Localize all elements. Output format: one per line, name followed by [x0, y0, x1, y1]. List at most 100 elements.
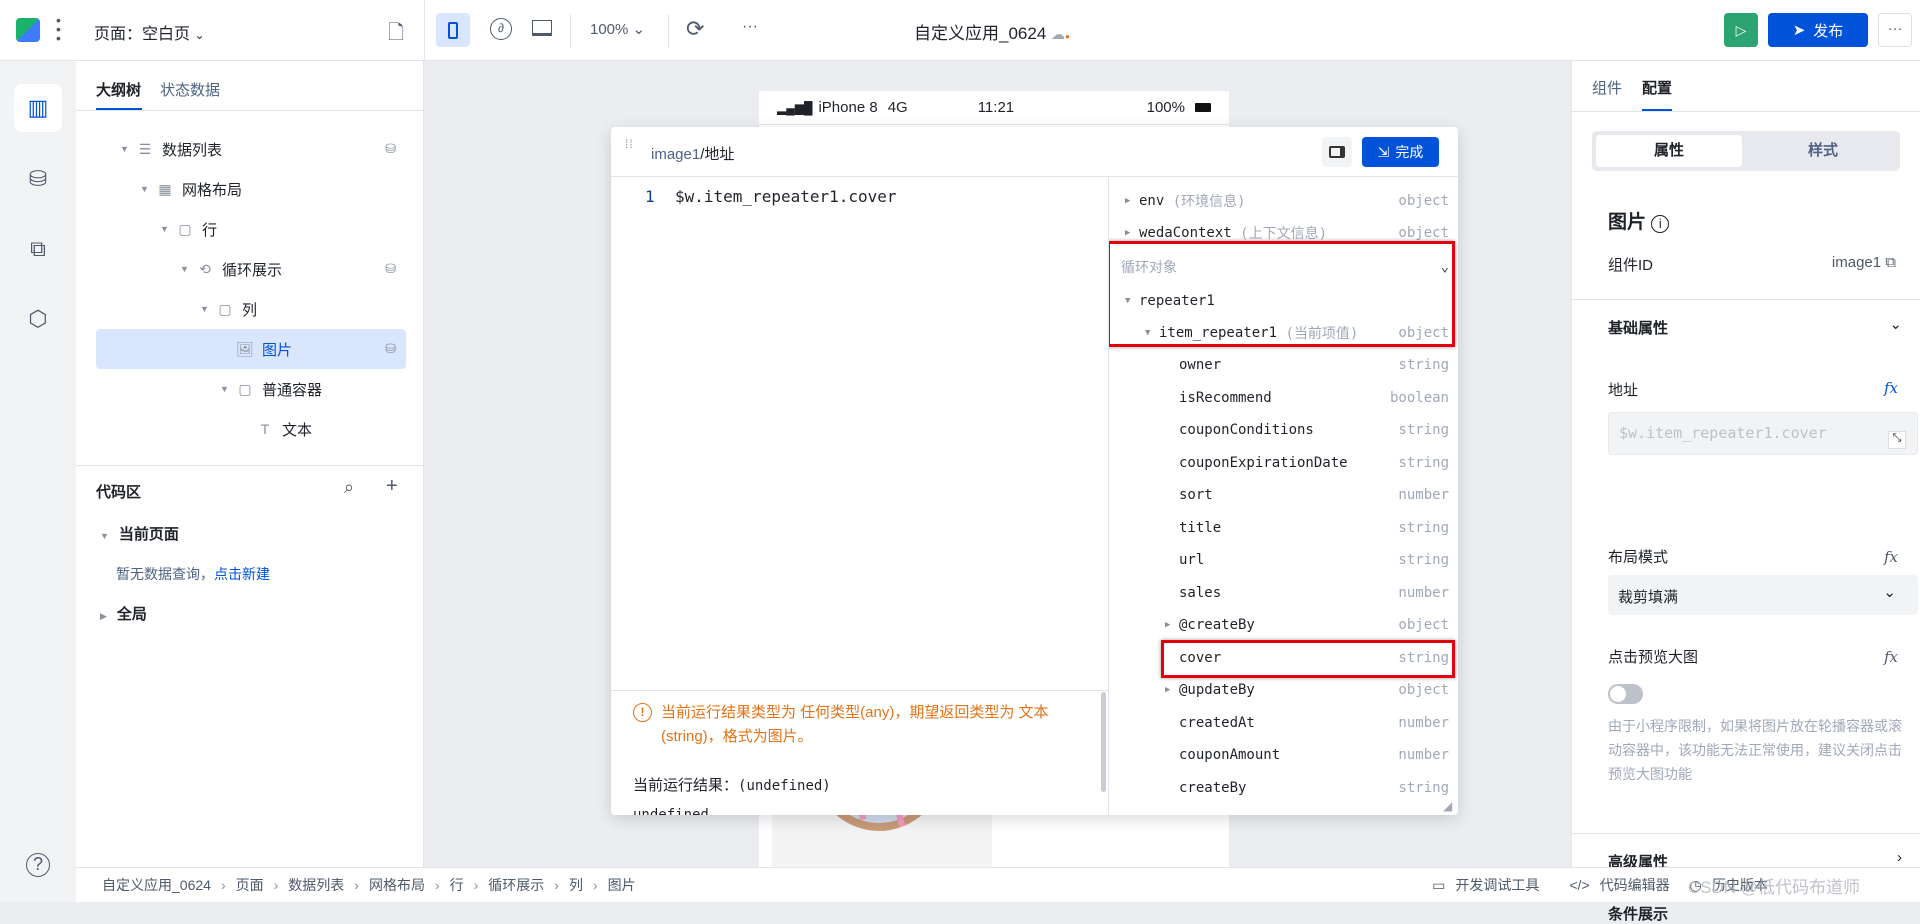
chevron-right-icon: ›	[434, 877, 440, 893]
database-icon[interactable]: ⛁	[14, 155, 62, 203]
fx-icon[interactable]: fx	[1884, 648, 1898, 666]
desktop-view-button[interactable]	[532, 20, 552, 36]
tab-config[interactable]: 配置	[1642, 77, 1672, 98]
variable-item[interactable]: isRecommend boolean	[1109, 382, 1458, 414]
add-page-icon[interactable]: 🗋	[388, 18, 404, 52]
scrollbar[interactable]	[1101, 692, 1106, 792]
run-button[interactable]: ▷	[1724, 13, 1758, 47]
collapse-icon: ⇲	[1377, 143, 1390, 160]
copy-icon[interactable]: ⧉	[1885, 254, 1896, 271]
image-icon: 🖼	[236, 340, 254, 357]
tree-item[interactable]: 🖼 图片 ⛁	[96, 329, 406, 369]
outline-icon[interactable]: ▥	[14, 84, 62, 132]
caret-icon[interactable]: ▼	[200, 304, 214, 314]
variable-item[interactable]: couponConditions string	[1109, 414, 1458, 446]
code-text: $w.item_repeater1.cover	[675, 187, 897, 206]
more-vertical-icon[interactable]: • • •	[56, 13, 61, 45]
breadcrumb-item[interactable]: 页面	[236, 875, 264, 895]
variable-item[interactable]: couponAmount number	[1109, 739, 1458, 771]
code-editor-button[interactable]: 代码编辑器	[1600, 875, 1670, 895]
icon-rail: ▥ ⛁ ⧉ ⬡ ?	[0, 61, 76, 902]
current-page-group[interactable]: ▼ 当前页面	[100, 523, 179, 544]
preview-toggle[interactable]	[1608, 684, 1643, 704]
seg-style[interactable]: 样式	[1750, 135, 1896, 167]
fx-icon[interactable]: fx	[1884, 379, 1898, 397]
caret-icon[interactable]: ▼	[180, 264, 194, 274]
cloud-sync-icon: ☁●	[1051, 26, 1070, 42]
variable-item[interactable]: createBy string	[1109, 772, 1458, 804]
address-input[interactable]: $w.item_repeater1.cover	[1608, 412, 1918, 455]
fx-icon[interactable]: fx	[1884, 548, 1898, 566]
mobile-view-button[interactable]	[436, 13, 470, 47]
more-button[interactable]: ···	[742, 18, 758, 36]
zoom-select[interactable]: 100% ⌄	[590, 20, 645, 38]
page-selector[interactable]: 页面：空白页 ⌄	[94, 20, 205, 44]
variable-item[interactable]: couponExpirationDate string	[1109, 447, 1458, 479]
caret-right-icon: ▶	[1165, 620, 1171, 630]
breadcrumb-item[interactable]: 列	[569, 875, 583, 895]
variable-item[interactable]: ▶ @createBy object	[1109, 609, 1458, 641]
settings-hex-icon[interactable]: ⬡	[14, 295, 62, 343]
tree-item[interactable]: ▼ ▢ 行	[96, 209, 406, 249]
tree-item[interactable]: ▼ ▢ 普通容器	[96, 369, 406, 409]
tree-item[interactable]: ▼ ▦ 网格布局	[96, 169, 406, 209]
caret-icon[interactable]: ▼	[160, 224, 174, 234]
code-area-title: 代码区	[96, 484, 142, 501]
caret-icon[interactable]: ▼	[220, 384, 234, 394]
breadcrumb-item[interactable]: 数据列表	[288, 875, 344, 895]
variable-item[interactable]: sales number	[1109, 577, 1458, 609]
phone-status-bar: ▂▄▆█ iPhone 8 4G 11:21 100%	[759, 91, 1229, 125]
caret-icon[interactable]: ▼	[140, 184, 154, 194]
tree-item[interactable]: ▼ ⟲ 循环展示 ⛁	[96, 249, 406, 289]
components-icon[interactable]: ⧉	[14, 225, 62, 273]
code-editor[interactable]: 1 $w.item_repeater1.cover	[611, 187, 1108, 687]
help-icon[interactable]: ?	[14, 841, 62, 889]
tab-outline[interactable]: 大纲树	[96, 79, 141, 100]
tree-item-label: 普通容器	[262, 381, 323, 399]
resize-handle-icon[interactable]: ◢	[1443, 799, 1452, 813]
left-panel: 大纲树 状态数据 ▼ ☰ 数据列表 ⛁ ▼ ▦ 网格布局 ▼ ▢ 行 ▼ ⟲ 循环展示 ⛁ ▼ ▢ 列 🖼 图片 ⛁ ▼…	[76, 61, 424, 867]
tree-item[interactable]: T 文本	[96, 409, 406, 449]
breadcrumb-item[interactable]: 自定义应用_0624	[102, 875, 211, 895]
seg-properties[interactable]: 属性	[1596, 135, 1742, 167]
drag-handle-icon[interactable]: ⁞⁞	[625, 138, 634, 150]
add-icon[interactable]: +	[386, 475, 398, 498]
tree-item-label: 图片	[262, 341, 293, 359]
tab-components[interactable]: 组件	[1592, 77, 1622, 98]
search-icon[interactable]: ⌕	[344, 477, 354, 498]
condition-header[interactable]: 条件展示	[1608, 903, 1668, 924]
basic-props-header[interactable]: 基础属性	[1608, 317, 1668, 338]
right-panel: 组件 配置 属性 样式 图片 i 组件ID image1 ⧉ 基础属性 ⌄ 地址…	[1571, 61, 1920, 923]
caret-icon[interactable]: ▼	[120, 144, 134, 154]
devtools-button[interactable]: 开发调试工具	[1455, 875, 1539, 895]
publish-button[interactable]: ➤ 发布	[1768, 13, 1868, 47]
tab-state-data[interactable]: 状态数据	[160, 79, 220, 100]
watermark: CSDN @低代码布道师	[1687, 877, 1860, 897]
variable-item[interactable]: createdAt number	[1109, 707, 1458, 739]
create-query-link[interactable]: 点击新建	[214, 566, 270, 582]
variable-item[interactable]: sort number	[1109, 479, 1458, 511]
variable-item[interactable]: owner string	[1109, 349, 1458, 381]
tree-item[interactable]: ▼ ▢ 列	[96, 289, 406, 329]
chevron-right-icon[interactable]: ›	[1897, 849, 1902, 866]
layout-mode-select[interactable]: 裁剪填满 ⌄	[1608, 575, 1918, 615]
breadcrumb-item[interactable]: 网格布局	[369, 875, 425, 895]
global-group[interactable]: ▶ 全局	[100, 603, 147, 624]
refresh-icon[interactable]: ⟳	[686, 16, 704, 42]
chevron-down-icon[interactable]: ⌄	[1889, 315, 1902, 333]
miniprogram-view-button[interactable]: ∂	[490, 18, 512, 40]
done-button[interactable]: ⇲ 完成	[1362, 137, 1439, 167]
more-options-button[interactable]: ···	[1878, 13, 1912, 47]
variable-item[interactable]: url string	[1109, 544, 1458, 576]
tree-item[interactable]: ▼ ☰ 数据列表 ⛁	[96, 129, 406, 169]
toggle-panel-button[interactable]	[1322, 137, 1352, 167]
app-logo[interactable]	[16, 18, 40, 42]
expand-icon[interactable]: ⤡	[1888, 431, 1906, 449]
breadcrumb-item[interactable]: 循环展示	[488, 875, 544, 895]
info-icon[interactable]: i	[1651, 215, 1670, 233]
breadcrumb-item[interactable]: 图片	[608, 875, 636, 895]
breadcrumb-item[interactable]: 行	[450, 875, 464, 895]
variable-item[interactable]: title string	[1109, 512, 1458, 544]
variable-item[interactable]: ▶ env (环境信息) object	[1109, 185, 1458, 217]
variable-item[interactable]: ▶ @updateBy object	[1109, 674, 1458, 706]
